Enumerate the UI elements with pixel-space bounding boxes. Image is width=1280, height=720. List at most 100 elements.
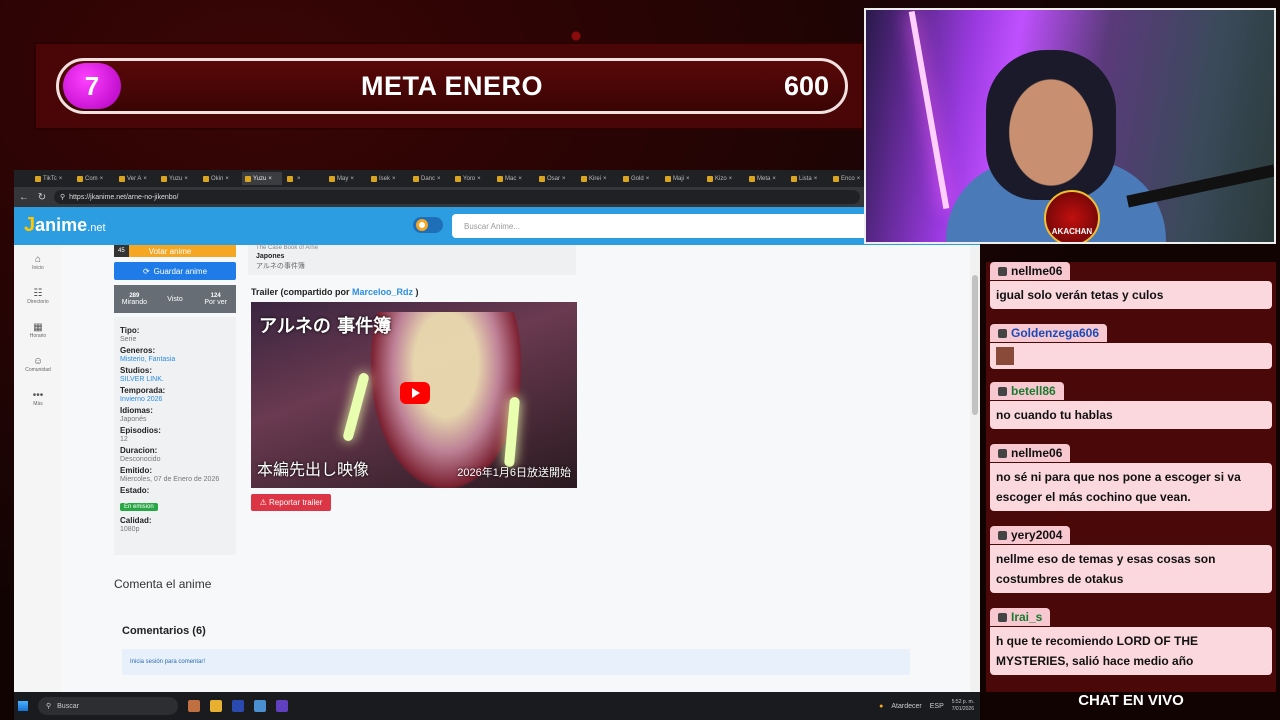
chat-text: no sé ni para que nos pone a escoger si … [990,462,1272,511]
tab-close-icon[interactable]: × [225,176,229,182]
vote-label: Votar anime [148,246,192,256]
taskbar-search[interactable]: ⚲ Buscar [38,697,178,715]
browser-window: TikTc × Com × Ver A × Yuzu × Okin × Yuzu × × May × Isek… [14,170,980,692]
browser-tab[interactable]: Yoro × [452,172,492,185]
info-value[interactable]: Misterio, Fantasia [120,356,230,363]
sidebar-icon: ⌂ [34,253,42,265]
title-info-card: The Case Book of Arne Japones アルネの事件簿 [248,245,576,275]
sidebar-item[interactable]: ••• Más [14,381,62,415]
tab-close-icon[interactable]: × [350,176,354,182]
sidebar-item-label: Más [33,400,43,407]
sidebar-item[interactable]: ▦ Horario [14,313,62,347]
info-value[interactable]: SILVER LINK. [120,376,230,383]
back-icon[interactable]: ← [18,192,30,203]
report-trailer-button[interactable]: ⚠ Reportar trailer [251,494,331,511]
tab-close-icon[interactable]: × [143,176,147,182]
browser-tab[interactable]: Maji × [662,172,702,185]
url-field[interactable]: ⚲ https://jkanime.net/arne-no-jikenbo/ [54,190,860,204]
save-label: Guardar anime [153,266,208,276]
tab-close-icon[interactable]: × [100,176,104,182]
tab-close-icon[interactable]: × [477,176,481,182]
tab-close-icon[interactable]: × [772,176,776,182]
browser-tab[interactable]: Meta × [746,172,786,185]
browser-tab[interactable]: Yuzu × [158,172,198,185]
chat-message: Goldenzega606 [990,324,1272,369]
video-character [371,312,521,488]
tab-close-icon[interactable]: × [603,176,607,182]
stat-label: Mirando [121,298,147,306]
browser-tab[interactable]: Kirei × [578,172,618,185]
premiere-icon[interactable] [276,700,288,712]
stat-item[interactable]: 289 Mirando [114,285,155,313]
tab-strip: TikTc × Com × Ver A × Yuzu × Okin × Yuzu × × May × Isek… [14,170,980,187]
browser-tab[interactable]: Mac × [494,172,534,185]
save-anime-button[interactable]: ⟳ Guardar anime [114,262,236,280]
sidebar-item[interactable]: ☷ Directorio [14,279,62,313]
browser-tab[interactable]: × [284,172,324,185]
sidebar-item[interactable]: ⌂ Inicio [14,245,62,279]
browser-tab[interactable]: Gold × [620,172,660,185]
browser-tab[interactable]: TikTc × [32,172,72,185]
tab-close-icon[interactable]: × [297,176,301,182]
tab-close-icon[interactable]: × [686,176,690,182]
browser-tab[interactable]: Okin × [200,172,240,185]
sidebar-item[interactable]: ☺ Comunidad [14,347,62,381]
streamer-head [986,50,1116,200]
tab-close-icon[interactable]: × [518,176,522,182]
photoshop-icon[interactable] [232,700,244,712]
vote-button[interactable]: 45 Votar anime [114,245,236,257]
video-jp-title: アルネの 事件簿 [259,316,392,337]
tab-label: Meta [757,175,771,182]
tab-close-icon[interactable]: × [184,176,188,182]
browser-tab[interactable]: May × [326,172,366,185]
weather-label[interactable]: Atardecer [891,703,921,710]
system-tray: ● Atardecer ESP 5:52 p. m. 7/01/2026 [879,699,980,713]
trailer-video[interactable]: アルネの 事件簿 本編先出し映像 2026年1月6日放送開始 [251,302,577,488]
site-logo[interactable]: Janime.net [24,214,106,237]
info-value[interactable]: Invierno 2026 [120,396,230,403]
play-icon[interactable] [400,382,430,404]
tab-close-icon[interactable]: × [437,176,441,182]
taskbar-app-icon[interactable] [188,700,200,712]
search-input[interactable]: Buscar Anime... [452,214,882,238]
tab-favicon-icon [707,175,713,182]
site-info-icon[interactable]: ⚲ [60,193,65,201]
tab-label: Enco [841,175,855,182]
browser-tab[interactable]: Osar × [536,172,576,185]
tab-close-icon[interactable]: × [268,176,272,182]
tab-close-icon[interactable]: × [857,176,861,182]
stat-item[interactable]: Visto [155,285,196,313]
trailer-user-link[interactable]: Marceloo_Rdz [352,287,413,297]
reload-icon[interactable]: ↻ [36,192,48,203]
language-indicator[interactable]: ESP [930,703,944,710]
tab-favicon-icon [287,175,293,182]
tab-close-icon[interactable]: × [729,176,733,182]
tab-close-icon[interactable]: × [59,176,63,182]
sidebar-item-label: Inicio [32,264,44,271]
browser-tab[interactable]: Lista × [788,172,828,185]
browser-tab[interactable]: Com × [74,172,114,185]
chat-panel: nellme06 igual solo verán tetas y culos Go… [986,262,1276,692]
led-light [908,10,950,210]
browser-tab[interactable]: Isek × [368,172,408,185]
chat-text: nellme eso de temas y esas cosas son cos… [990,544,1272,593]
tab-close-icon[interactable]: × [392,176,396,182]
tab-close-icon[interactable]: × [562,176,566,182]
tab-close-icon[interactable]: × [814,176,818,182]
page-scrollbar[interactable] [970,245,980,692]
theme-toggle[interactable] [413,217,443,233]
windows-start-icon[interactable] [18,701,28,711]
info-value: Serie [120,336,137,343]
stat-item[interactable]: 124 Por ver [195,285,236,313]
browser-tab[interactable]: Kizo × [704,172,744,185]
folder-icon[interactable] [210,700,222,712]
browser-tab[interactable]: Ver A × [116,172,156,185]
clock[interactable]: 5:52 p. m. 7/01/2026 [952,699,974,713]
chrome-icon[interactable] [254,700,266,712]
browser-tab[interactable]: Danc × [410,172,450,185]
tab-close-icon[interactable]: × [646,176,650,182]
login-to-comment[interactable]: Inicia sesión para comentar! [122,649,910,675]
scrollbar-thumb[interactable] [972,275,978,415]
chat-username: betell86 [990,382,1064,400]
browser-tab[interactable]: Yuzu × [242,172,282,185]
